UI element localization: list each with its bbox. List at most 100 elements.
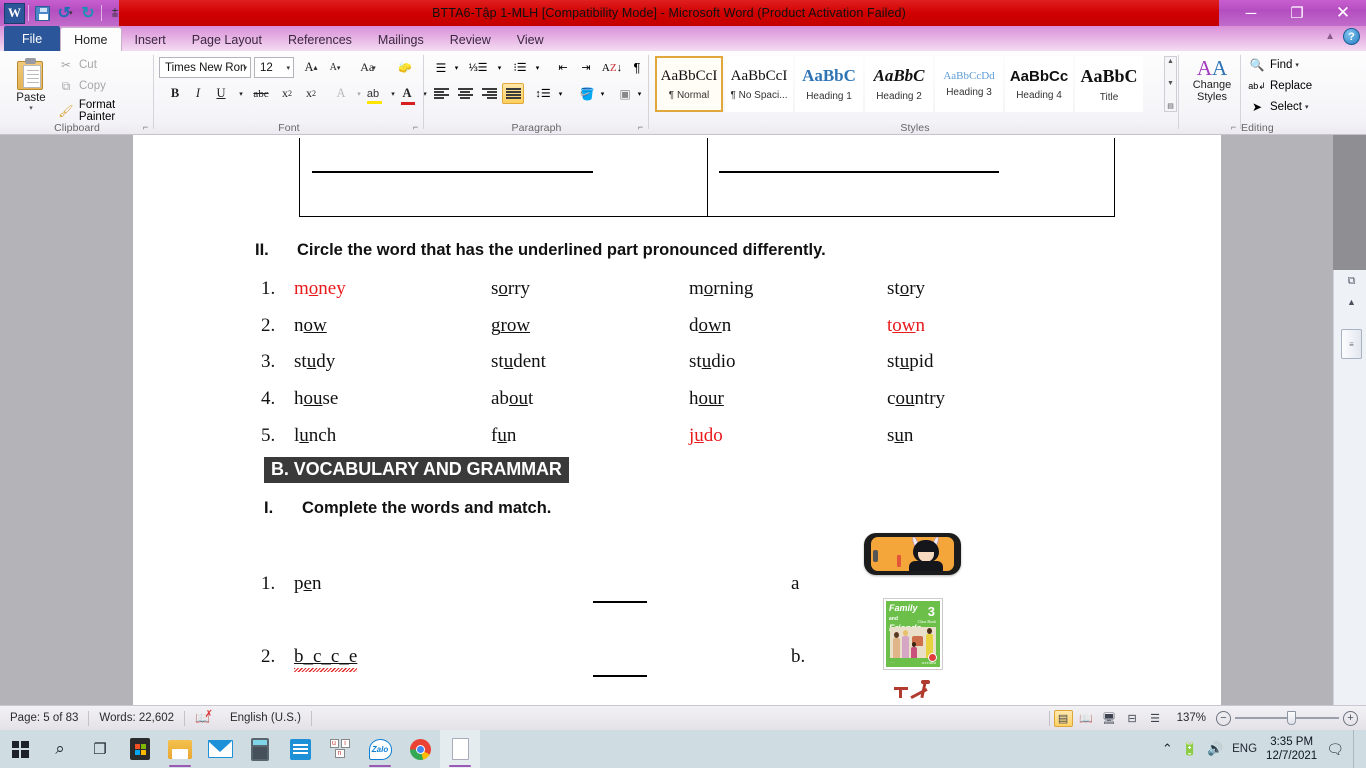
style-normal[interactable]: AaBbCcI ¶ Normal: [655, 56, 723, 112]
unikey-app-button[interactable]: u i n: [320, 730, 360, 768]
line-spacing-dropdown[interactable]: ▾: [555, 83, 566, 104]
select-button[interactable]: ➤ Select ▾: [1249, 99, 1309, 115]
zoom-level[interactable]: 137%: [1177, 712, 1206, 724]
clear-formatting-button[interactable]: 🧽: [394, 57, 416, 78]
bullet-list-button[interactable]: ☰: [430, 57, 452, 78]
scroll-up-button[interactable]: ▲: [1342, 293, 1361, 310]
pencil-case-photo[interactable]: [864, 533, 961, 575]
google-chrome-button[interactable]: [400, 730, 440, 768]
view-web-layout-button[interactable]: 🖥: [1100, 710, 1119, 727]
tab-review[interactable]: Review: [437, 28, 504, 51]
zoom-thumb[interactable]: [1287, 711, 1296, 725]
tab-file[interactable]: File: [4, 26, 61, 51]
font-size-input[interactable]: 12 ▾: [254, 57, 294, 78]
word-count[interactable]: Words: 22,602: [89, 710, 184, 727]
help-icon[interactable]: ?: [1343, 28, 1360, 45]
show-desktop-button[interactable]: [1353, 730, 1362, 768]
zoom-out-button[interactable]: −: [1216, 710, 1231, 726]
proofing-status[interactable]: 📖 ✗: [185, 709, 220, 727]
align-center-button[interactable]: [454, 83, 476, 104]
style-heading-2[interactable]: AaBbC Heading 2: [865, 56, 933, 112]
find-button[interactable]: 🔍 Find ▾: [1249, 57, 1299, 73]
microsoft-word-button[interactable]: [440, 730, 480, 768]
style-heading-1[interactable]: AaBbC Heading 1: [795, 56, 863, 112]
shrink-font-button[interactable]: A ▾: [324, 57, 346, 78]
paragraph-dialog-launcher[interactable]: ⌐: [635, 122, 646, 133]
borders-dropdown[interactable]: ▾: [634, 83, 645, 104]
replace-button[interactable]: ab↲ Replace: [1248, 78, 1312, 94]
multilevel-list-dropdown[interactable]: ▾: [532, 57, 543, 78]
split-window-button[interactable]: ⧉: [1342, 272, 1361, 291]
tab-view[interactable]: View: [504, 28, 557, 51]
customize-qat-button[interactable]: ⩲: [105, 3, 125, 23]
line-spacing-button[interactable]: ↕☰: [532, 83, 554, 104]
shading-dropdown[interactable]: ▾: [597, 83, 608, 104]
cut-button[interactable]: ✂ Cut: [58, 57, 97, 73]
bullet-list-dropdown[interactable]: ▾: [451, 57, 462, 78]
strikethrough-button[interactable]: abc: [250, 83, 272, 104]
table-cell-2[interactable]: [708, 138, 1115, 216]
align-right-button[interactable]: [478, 83, 500, 104]
subscript-button[interactable]: x2: [276, 83, 298, 104]
styles-gallery-scroll[interactable]: ▲ ▼ ▤: [1164, 56, 1177, 112]
bold-button[interactable]: B: [164, 83, 186, 104]
partial-bicycle-photo[interactable]: [888, 680, 950, 705]
change-case-button[interactable]: Aa ▾: [357, 57, 379, 78]
superscript-button[interactable]: x2: [300, 83, 322, 104]
zoom-slider[interactable]: [1235, 711, 1339, 725]
tab-references[interactable]: References: [275, 28, 365, 51]
decrease-indent-button[interactable]: ⇤: [552, 57, 574, 78]
task-view-button[interactable]: ❐: [80, 730, 120, 768]
justify-button[interactable]: [502, 83, 524, 104]
font-name-input[interactable]: Times New Rom ▾: [159, 57, 251, 78]
match-blank-2[interactable]: [593, 675, 647, 677]
clipboard-dialog-launcher[interactable]: ⌐: [140, 122, 151, 133]
italic-button[interactable]: I: [187, 83, 209, 104]
speaker-icon[interactable]: 🔊: [1207, 741, 1223, 757]
grow-font-button[interactable]: A ▴: [300, 57, 322, 78]
action-center-icon[interactable]: 🗨: [1326, 741, 1344, 758]
language-indicator[interactable]: English (U.S.): [220, 710, 311, 727]
file-explorer-button[interactable]: [160, 730, 200, 768]
start-button[interactable]: [0, 730, 40, 768]
underline-dropdown[interactable]: ▾: [230, 83, 252, 104]
underline-button[interactable]: U: [210, 83, 232, 104]
word-logo-icon[interactable]: W: [4, 2, 25, 24]
highlight-color-button[interactable]: ab: [362, 83, 384, 104]
undo-button[interactable]: ↺ ▾: [55, 3, 75, 23]
calculator-app-button[interactable]: [240, 730, 280, 768]
styles-dialog-launcher[interactable]: ⌐: [1228, 122, 1239, 133]
font-dialog-launcher[interactable]: ⌐: [410, 122, 421, 133]
match-blank-1[interactable]: [593, 601, 647, 603]
numbered-list-dropdown[interactable]: ▾: [494, 57, 505, 78]
mail-app-button[interactable]: [200, 730, 240, 768]
clock[interactable]: 3:35 PM 12/7/2021: [1266, 735, 1317, 763]
battery-charging-icon[interactable]: 🔋: [1182, 741, 1198, 757]
scroll-down-icon[interactable]: ▼: [1167, 80, 1174, 87]
tab-page-layout[interactable]: Page Layout: [179, 28, 275, 51]
sort-button[interactable]: AZ↓: [601, 57, 623, 78]
copy-button[interactable]: ⧉ Copy: [58, 78, 106, 94]
page-indicator[interactable]: Page: 5 of 83: [0, 710, 88, 727]
borders-button[interactable]: ▣: [614, 83, 636, 104]
style-heading-4[interactable]: AaBbCc Heading 4: [1005, 56, 1073, 112]
redo-button[interactable]: ↻: [78, 3, 98, 23]
align-left-button[interactable]: [430, 83, 452, 104]
minimize-button[interactable]: ─: [1228, 0, 1274, 26]
microsoft-store-button[interactable]: [120, 730, 160, 768]
zalo-app-button[interactable]: Zalo: [360, 730, 400, 768]
show-formatting-marks-button[interactable]: ¶: [626, 57, 648, 78]
save-button[interactable]: [32, 3, 52, 23]
view-outline-button[interactable]: ⊟: [1123, 710, 1142, 727]
table-cell-1[interactable]: [300, 138, 708, 216]
shading-button[interactable]: 🪣: [576, 83, 598, 104]
scroll-up-icon[interactable]: ▲: [1167, 58, 1174, 65]
collapse-ribbon-icon[interactable]: ▲: [1325, 31, 1335, 42]
vertical-scrollbar[interactable]: ⧉ ▲ ≡ ▼ ⯅ ○ ⯆: [1333, 270, 1366, 768]
tab-mailings[interactable]: Mailings: [365, 28, 437, 51]
increase-indent-button[interactable]: ⇥: [575, 57, 597, 78]
family-and-friends-book-cover[interactable]: Family and Friends 3 Class Book: [883, 598, 943, 670]
view-full-screen-reading-button[interactable]: 📖: [1077, 710, 1096, 727]
view-print-layout-button[interactable]: ▤: [1053, 709, 1073, 727]
close-button[interactable]: ✕: [1320, 0, 1366, 26]
